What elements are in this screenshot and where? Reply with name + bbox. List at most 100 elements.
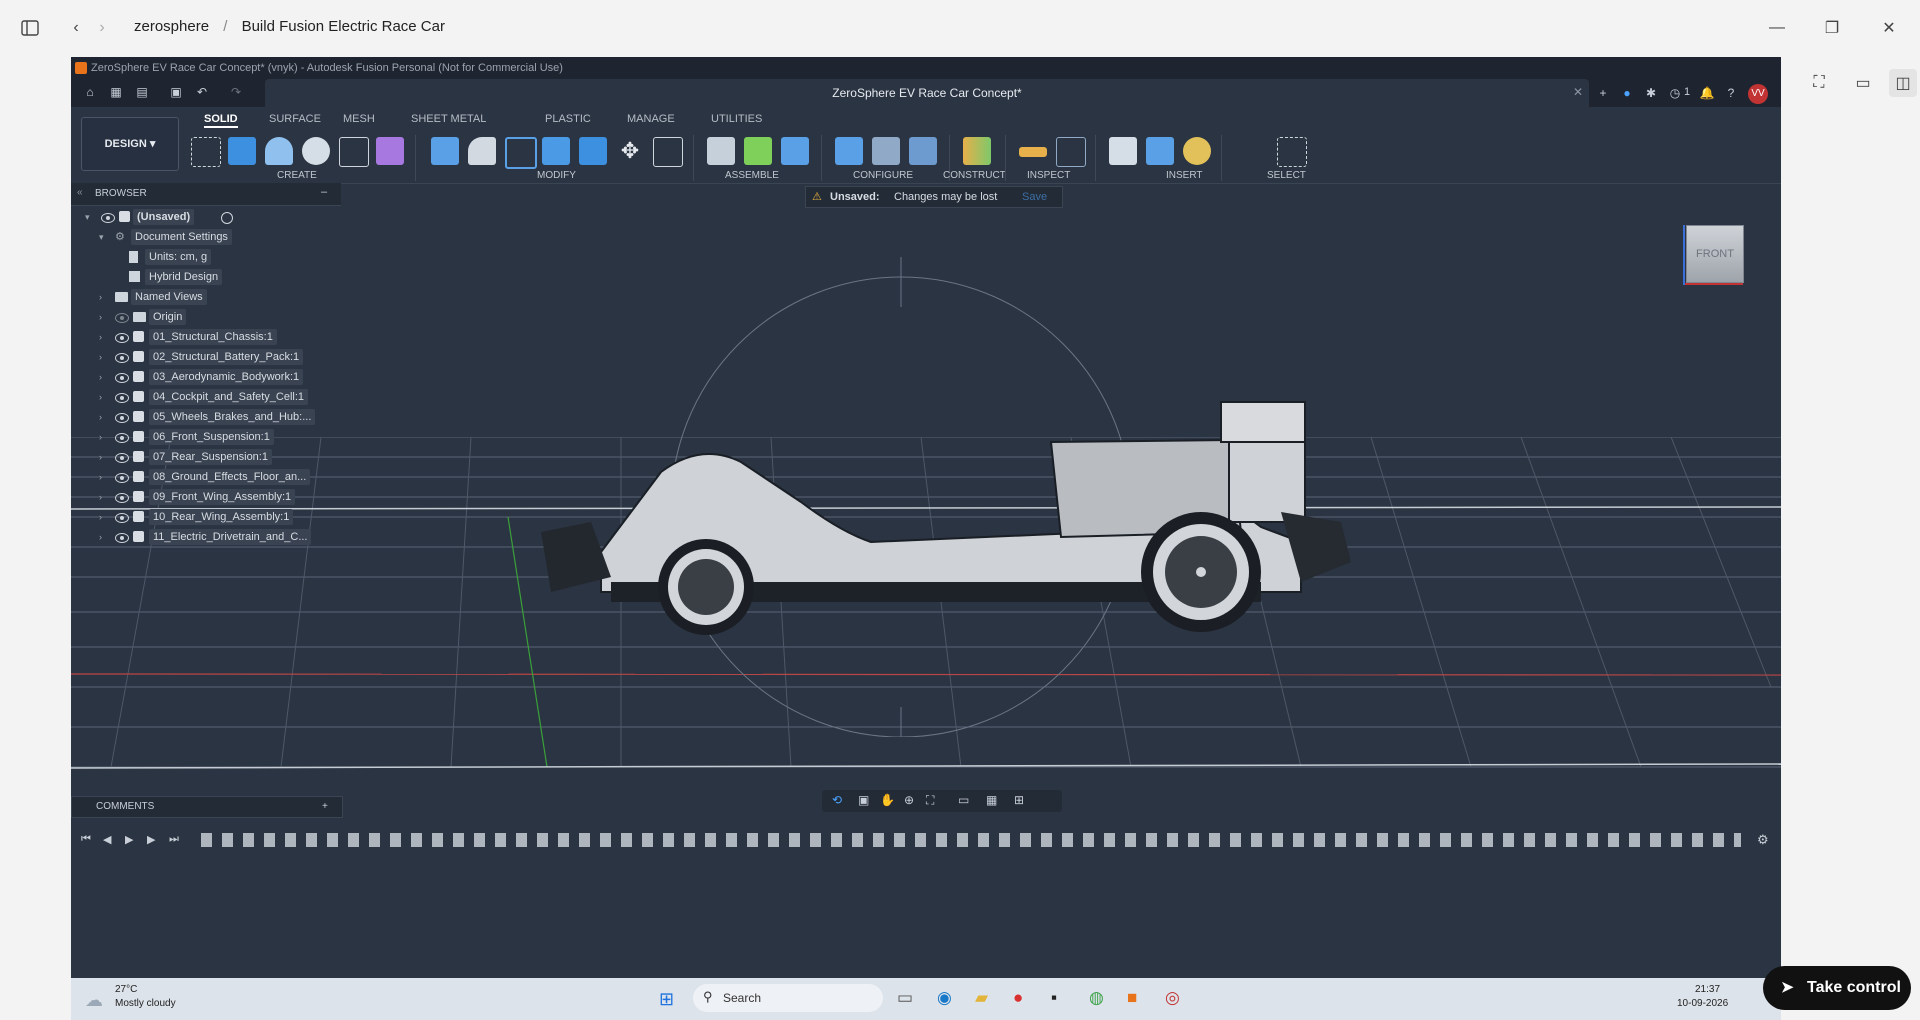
- visibility-eye-icon[interactable]: [115, 353, 129, 363]
- add-comment-icon[interactable]: +: [322, 797, 328, 817]
- browser-item-units[interactable]: Units: cm, g: [71, 247, 341, 267]
- browser-component-row[interactable]: › 01_Structural_Chassis:1: [71, 327, 341, 347]
- forward-icon[interactable]: ›: [88, 14, 116, 42]
- as-built-joint-icon[interactable]: [781, 137, 809, 165]
- align-icon[interactable]: [653, 137, 683, 167]
- group-inspect[interactable]: INSPECT: [1027, 170, 1070, 181]
- extrude-icon[interactable]: [228, 137, 256, 165]
- fusion-taskbar-icon[interactable]: ■: [1127, 988, 1137, 1008]
- tab-solid[interactable]: SOLID: [204, 113, 238, 128]
- create-form-icon[interactable]: [376, 137, 404, 165]
- other-app-icon[interactable]: ◎: [1165, 988, 1180, 1008]
- go-to-end-icon[interactable]: ⏭: [169, 833, 179, 846]
- visibility-eye-icon[interactable]: [115, 513, 129, 523]
- save-icon[interactable]: ▣: [169, 85, 183, 99]
- chevron-right-icon[interactable]: ›: [99, 447, 102, 467]
- grid-settings-icon[interactable]: ▦: [986, 793, 997, 807]
- visibility-eye-icon[interactable]: [115, 373, 129, 383]
- browser-component-row[interactable]: › 02_Structural_Battery_Pack:1: [71, 347, 341, 367]
- measure-icon[interactable]: [1019, 147, 1047, 157]
- group-construct[interactable]: CONSTRUCT: [943, 170, 1006, 181]
- visibility-eye-icon[interactable]: [115, 433, 129, 443]
- chevron-right-icon[interactable]: ›: [99, 327, 102, 347]
- apps-grid-icon[interactable]: ▦: [109, 85, 123, 99]
- tab-surface[interactable]: SURFACE: [269, 113, 321, 125]
- back-icon[interactable]: ‹: [62, 14, 90, 42]
- configure-rule-icon[interactable]: [909, 137, 937, 165]
- fullscreen-icon[interactable]: ⛶: [1805, 69, 1833, 97]
- task-view-icon[interactable]: ▭: [897, 988, 913, 1008]
- viewports-icon[interactable]: ⊞: [1014, 793, 1024, 807]
- browser-component-row[interactable]: › 06_Front_Suspension:1: [71, 427, 341, 447]
- minimize-icon[interactable]: —: [1763, 14, 1791, 42]
- revolve-icon[interactable]: [265, 137, 293, 165]
- step-back-icon[interactable]: ◀: [103, 833, 111, 846]
- browser-root[interactable]: ▾ (Unsaved): [71, 207, 341, 227]
- zoom-icon[interactable]: ⊕: [904, 793, 914, 807]
- chevron-right-icon[interactable]: ›: [99, 367, 102, 387]
- visibility-eye-icon[interactable]: [115, 453, 129, 463]
- save-link[interactable]: Save: [1022, 187, 1047, 207]
- chevron-right-icon[interactable]: ›: [99, 287, 102, 307]
- chevron-right-icon[interactable]: ›: [99, 407, 102, 427]
- sidebar-toggle-icon[interactable]: [16, 14, 44, 42]
- close-icon[interactable]: ✕: [1875, 14, 1903, 42]
- view-cube[interactable]: FRONT: [1686, 225, 1744, 283]
- browser-item-document-settings[interactable]: ▾ ⚙ Document Settings: [71, 227, 341, 247]
- visibility-eye-icon[interactable]: [115, 533, 129, 543]
- configuration-table-icon[interactable]: [872, 137, 900, 165]
- chevron-right-icon[interactable]: ›: [99, 427, 102, 447]
- configure-icon[interactable]: [835, 137, 863, 165]
- data-panel-icon[interactable]: ✱: [1643, 85, 1659, 101]
- group-insert[interactable]: INSERT: [1166, 170, 1203, 181]
- timeline-settings-icon[interactable]: ⚙: [1757, 832, 1769, 848]
- redo-icon[interactable]: ↷: [229, 85, 243, 99]
- close-tab-icon[interactable]: ✕: [1573, 85, 1583, 99]
- help-icon[interactable]: ?: [1723, 85, 1739, 101]
- taskbar-search[interactable]: ⚲ Search: [693, 984, 883, 1012]
- home-icon[interactable]: ⌂: [83, 85, 97, 99]
- hole-icon[interactable]: [302, 137, 330, 165]
- file-menu-icon[interactable]: ▤: [135, 85, 149, 99]
- fit-icon[interactable]: ⛶: [926, 793, 934, 808]
- hidden-eye-icon[interactable]: [115, 313, 129, 323]
- create-sketch-icon[interactable]: [191, 137, 221, 167]
- chevron-right-icon[interactable]: ›: [99, 307, 102, 327]
- browser-item-named-views[interactable]: › Named Views: [71, 287, 341, 307]
- group-modify[interactable]: MODIFY: [537, 170, 576, 181]
- group-configure[interactable]: CONFIGURE: [853, 170, 913, 181]
- browser-component-row[interactable]: › 03_Aerodynamic_Bodywork:1: [71, 367, 341, 387]
- look-at-icon[interactable]: ▣: [858, 793, 869, 807]
- breadcrumb-project[interactable]: zerosphere: [134, 18, 209, 35]
- chevron-right-icon[interactable]: ›: [99, 507, 102, 527]
- side-panel-icon[interactable]: ◫: [1889, 69, 1917, 97]
- edge-icon[interactable]: ◉: [937, 988, 952, 1008]
- insert-canvas-icon[interactable]: [1146, 137, 1174, 165]
- document-tab[interactable]: ZeroSphere EV Race Car Concept* ✕: [265, 79, 1589, 107]
- group-assemble[interactable]: ASSEMBLE: [725, 170, 779, 181]
- take-control-button[interactable]: ➤ Take control: [1763, 966, 1911, 1010]
- weather-desc[interactable]: Mostly cloudy: [115, 998, 176, 1009]
- chevron-right-icon[interactable]: ›: [99, 527, 102, 547]
- insert-derive-icon[interactable]: [1109, 137, 1137, 165]
- browser-item-origin[interactable]: › Origin: [71, 307, 341, 327]
- tab-sheet-metal[interactable]: SHEET METAL: [411, 113, 486, 125]
- visibility-eye-icon[interactable]: [115, 333, 129, 343]
- offset-face-icon[interactable]: [579, 137, 607, 165]
- extensions-icon[interactable]: ●: [1619, 85, 1635, 101]
- file-explorer-icon[interactable]: ▰: [975, 988, 988, 1008]
- media-app-icon[interactable]: ●: [1013, 988, 1023, 1008]
- section-analysis-icon[interactable]: [1056, 137, 1086, 167]
- pan-icon[interactable]: ✋: [880, 793, 895, 807]
- tab-manage[interactable]: MANAGE: [627, 113, 675, 125]
- chevron-right-icon[interactable]: ›: [99, 467, 102, 487]
- activate-radio-icon[interactable]: [221, 212, 233, 224]
- chevron-down-icon[interactable]: ▾: [99, 227, 104, 247]
- visibility-eye-icon[interactable]: [115, 493, 129, 503]
- fillet-icon[interactable]: [468, 137, 496, 165]
- browser-component-row[interactable]: › 05_Wheels_Brakes_and_Hub:...: [71, 407, 341, 427]
- chevron-down-icon[interactable]: ▾: [85, 207, 90, 227]
- clock-date[interactable]: 10-09-2026: [1677, 998, 1728, 1009]
- visibility-eye-icon[interactable]: [101, 213, 115, 223]
- chevron-right-icon[interactable]: ›: [99, 487, 102, 507]
